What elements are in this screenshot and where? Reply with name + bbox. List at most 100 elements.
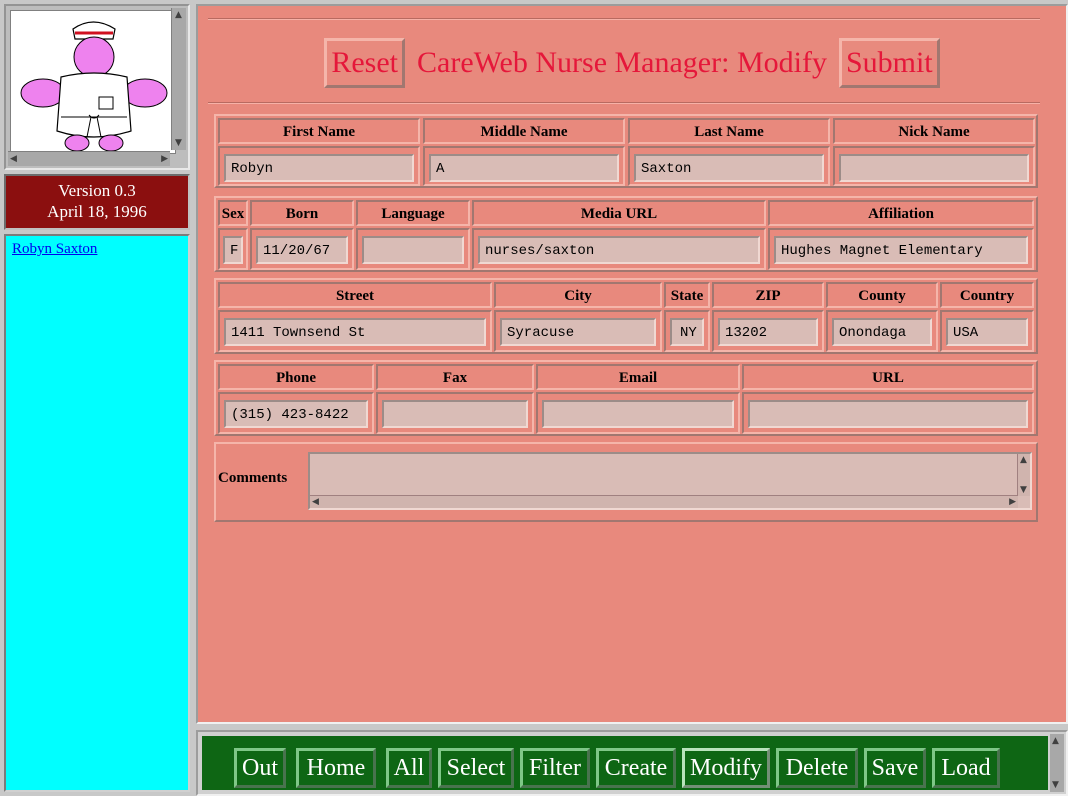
nurse-link[interactable]: Robyn Saxton <box>12 241 97 258</box>
nurse-logo-icon <box>20 21 168 152</box>
submit-button[interactable]: Submit <box>838 38 940 88</box>
logo-horizontal-scrollbar[interactable]: ◀ ▶ <box>8 151 170 166</box>
affiliation-cell: Hughes Magnet Elementary <box>768 228 1034 270</box>
logo-vertical-scrollbar[interactable]: ▲ ▼ <box>171 8 186 150</box>
sex-field[interactable]: F <box>223 236 243 264</box>
zip-field[interactable]: 13202 <box>718 318 818 346</box>
email-cell <box>536 392 740 434</box>
phone-cell: (315) 423-8422 <box>218 392 374 434</box>
name-table: First Name Middle Name Last Name Nick Na… <box>214 114 1038 188</box>
version-box: Version 0.3 April 18, 1996 <box>4 174 190 230</box>
last-name-field[interactable]: Saxton <box>634 154 824 182</box>
city-field[interactable]: Syracuse <box>500 318 656 346</box>
version-date: April 18, 1996 <box>47 202 147 221</box>
media-url-field[interactable]: nurses/saxton <box>478 236 760 264</box>
create-button[interactable]: Create <box>596 748 676 788</box>
comments-label: Comments <box>218 470 288 486</box>
all-button[interactable]: All <box>386 748 432 788</box>
url-header: URL <box>742 364 1034 390</box>
county-field[interactable]: Onondaga <box>832 318 932 346</box>
sex-cell: F <box>218 228 248 270</box>
title-divider <box>208 102 1040 104</box>
logo-frame: ▲ ▼ ◀ ▶ <box>4 4 190 170</box>
last-name-header: Last Name <box>628 118 830 144</box>
nick-name-field[interactable] <box>839 154 1029 182</box>
country-header: Country <box>940 282 1034 308</box>
scroll-up-arrow-icon[interactable]: ▲ <box>1020 455 1027 465</box>
scroll-up-arrow-icon[interactable]: ▲ <box>1052 736 1059 746</box>
modify-button[interactable]: Modify <box>682 748 770 788</box>
middle-name-cell: A <box>423 146 625 186</box>
language-cell <box>356 228 470 270</box>
middle-name-header: Middle Name <box>423 118 625 144</box>
url-field[interactable] <box>748 400 1028 428</box>
city-header: City <box>494 282 662 308</box>
nick-name-header: Nick Name <box>833 118 1035 144</box>
address-table: Street City State ZIP County Country 141… <box>214 278 1038 354</box>
load-button[interactable]: Load <box>932 748 1000 788</box>
first-name-field[interactable]: Robyn <box>224 154 414 182</box>
contact-table: Phone Fax Email URL (315) 423-8422 <box>214 360 1038 436</box>
scroll-down-arrow-icon[interactable]: ▼ <box>1052 780 1059 790</box>
street-field[interactable]: 1411 Townsend St <box>224 318 486 346</box>
nick-name-cell <box>833 146 1035 186</box>
first-name-cell: Robyn <box>218 146 420 186</box>
media-url-header: Media URL <box>472 200 766 226</box>
phone-field[interactable]: (315) 423-8422 <box>224 400 368 428</box>
zip-header: ZIP <box>712 282 824 308</box>
country-field[interactable]: USA <box>946 318 1028 346</box>
state-cell: NY <box>664 310 710 352</box>
reset-button[interactable]: Reset <box>324 38 405 88</box>
born-field[interactable]: 11/20/67 <box>256 236 348 264</box>
comments-textarea[interactable]: ▲ ▼ ◀ ▶ <box>308 452 1032 510</box>
first-name-header: First Name <box>218 118 420 144</box>
language-field[interactable] <box>362 236 464 264</box>
comments-horizontal-scrollbar[interactable]: ◀ ▶ <box>310 495 1018 508</box>
media-url-cell: nurses/saxton <box>472 228 766 270</box>
born-cell: 11/20/67 <box>250 228 354 270</box>
url-cell <box>742 392 1034 434</box>
scroll-down-arrow-icon[interactable]: ▼ <box>175 138 182 148</box>
street-cell: 1411 Townsend St <box>218 310 492 352</box>
home-button[interactable]: Home <box>296 748 376 788</box>
top-divider <box>208 18 1040 20</box>
affiliation-header: Affiliation <box>768 200 1034 226</box>
save-button[interactable]: Save <box>864 748 926 788</box>
bottom-toolbar: Out Home All Select Filter Create Modify… <box>196 730 1068 796</box>
scroll-left-arrow-icon[interactable]: ◀ <box>312 497 319 507</box>
filter-button[interactable]: Filter <box>520 748 590 788</box>
scroll-up-arrow-icon[interactable]: ▲ <box>175 10 182 20</box>
born-header: Born <box>250 200 354 226</box>
county-cell: Onondaga <box>826 310 938 352</box>
state-field[interactable]: NY <box>670 318 704 346</box>
select-button[interactable]: Select <box>438 748 514 788</box>
delete-button[interactable]: Delete <box>776 748 858 788</box>
state-header: State <box>664 282 710 308</box>
page-title: CareWeb Nurse Manager: Modify <box>417 46 827 79</box>
logo-pane <box>10 10 176 154</box>
fax-header: Fax <box>376 364 534 390</box>
comments-vertical-scrollbar[interactable]: ▲ ▼ <box>1017 454 1030 496</box>
toolbar-panel: Out Home All Select Filter Create Modify… <box>202 736 1048 790</box>
out-button[interactable]: Out <box>234 748 286 788</box>
scroll-right-arrow-icon[interactable]: ▶ <box>161 154 168 164</box>
county-header: County <box>826 282 938 308</box>
scroll-right-arrow-icon[interactable]: ▶ <box>1009 497 1016 507</box>
city-cell: Syracuse <box>494 310 662 352</box>
toolbar-scrollbar[interactable]: ▲ ▼ <box>1050 734 1064 792</box>
version-label: Version 0.3 <box>58 181 136 200</box>
title-row: Reset CareWeb Nurse Manager: Modify Subm… <box>198 38 1066 88</box>
nurse-list: Robyn Saxton <box>4 234 190 792</box>
fax-field[interactable] <box>382 400 528 428</box>
comments-table: Comments ▲ ▼ ◀ ▶ <box>214 442 1038 522</box>
personal-table: Sex Born Language Media URL Affiliation … <box>214 196 1038 272</box>
sex-header: Sex <box>218 200 248 226</box>
zip-cell: 13202 <box>712 310 824 352</box>
scroll-down-arrow-icon[interactable]: ▼ <box>1020 485 1027 495</box>
phone-header: Phone <box>218 364 374 390</box>
scroll-left-arrow-icon[interactable]: ◀ <box>10 154 17 164</box>
affiliation-field[interactable]: Hughes Magnet Elementary <box>774 236 1028 264</box>
email-field[interactable] <box>542 400 734 428</box>
main-form-area: Reset CareWeb Nurse Manager: Modify Subm… <box>196 4 1068 724</box>
middle-name-field[interactable]: A <box>429 154 619 182</box>
